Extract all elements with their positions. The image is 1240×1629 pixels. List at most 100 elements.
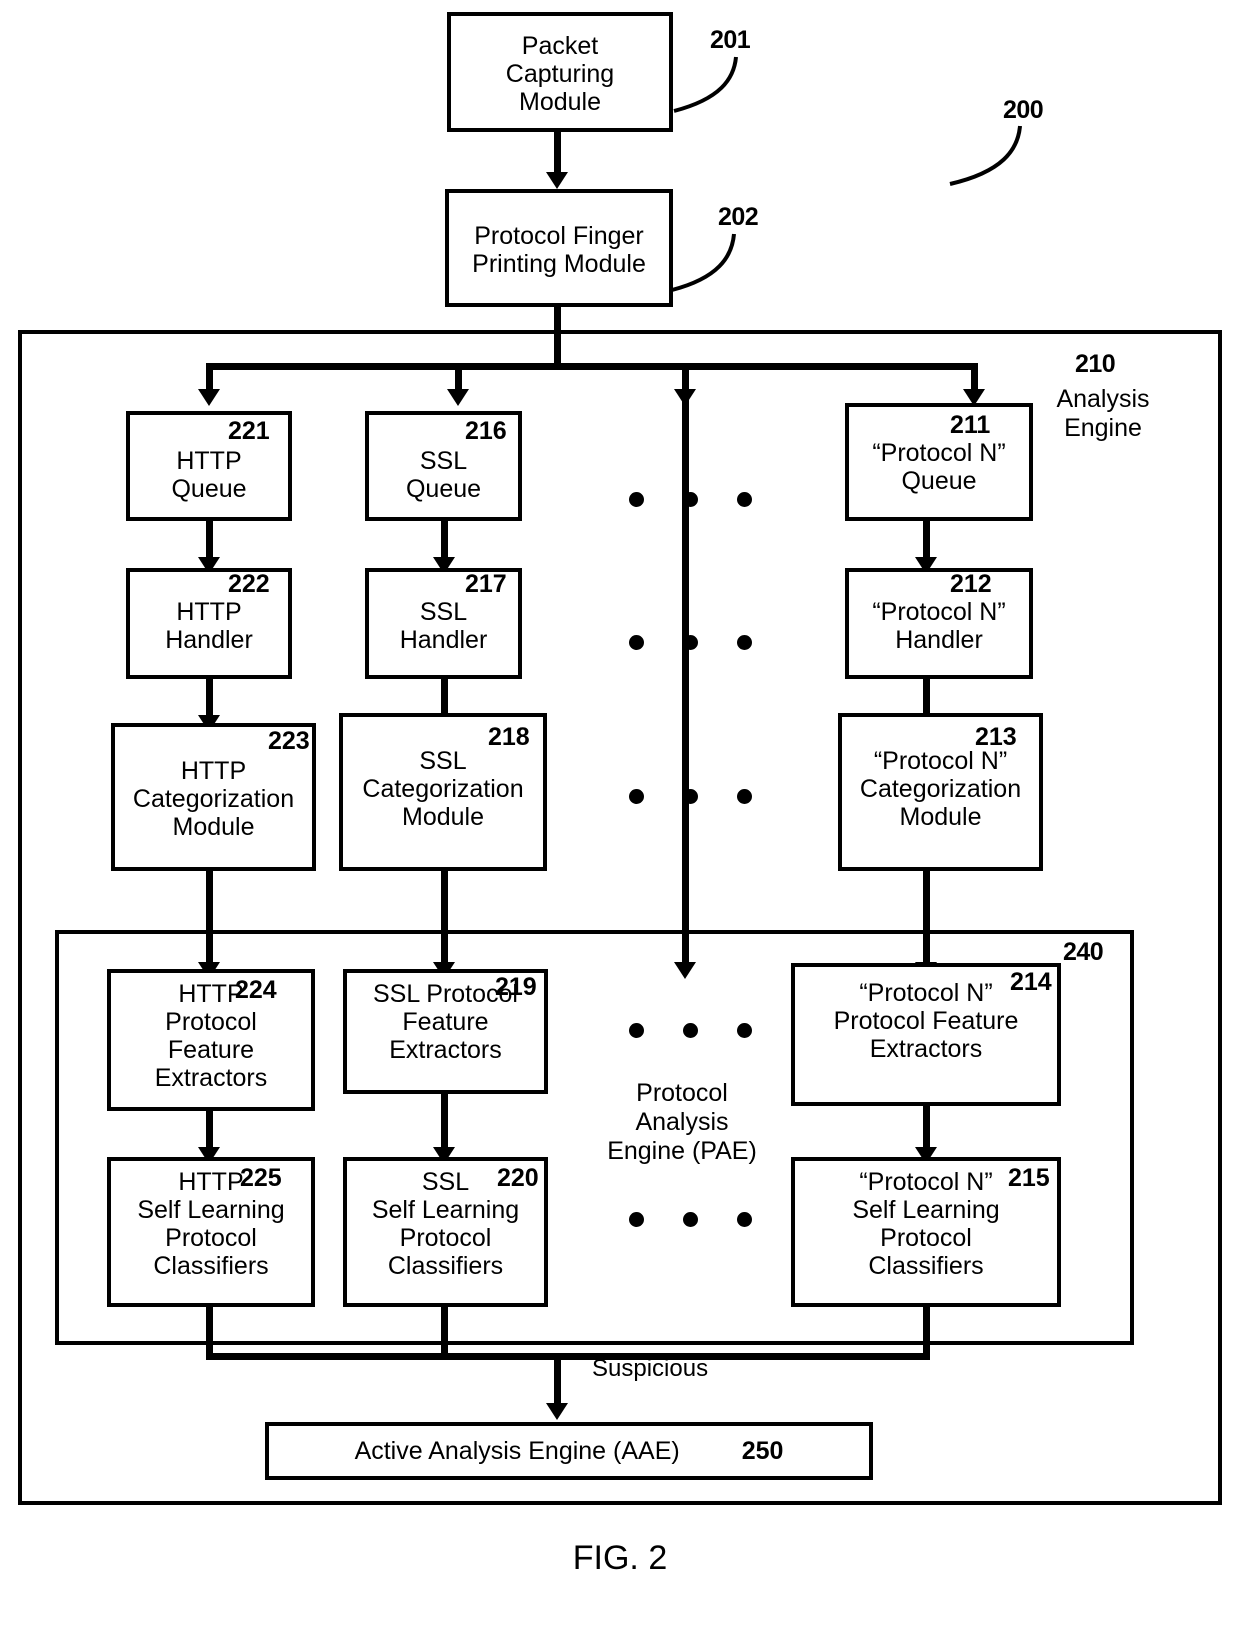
edge-collection-bus-to-aae-arrowhead — [546, 1403, 568, 1420]
ref-201-leader — [673, 56, 738, 113]
http-handler-line-2: Handler — [165, 626, 253, 654]
ref-218: 218 — [488, 723, 530, 751]
active-analysis-engine-label: Active Analysis Engine (AAE) — [354, 1437, 680, 1465]
ref-250: 250 — [741, 1437, 784, 1465]
ref-220: 220 — [497, 1164, 539, 1192]
http-self-learning-protocol-classifiers-line-2: Self Learning — [137, 1196, 285, 1224]
protocol-n-handler-line-2: Handler — [895, 626, 983, 654]
packet-capturing-module-line-2: Capturing — [505, 60, 615, 88]
ellipsis-dot — [629, 492, 644, 507]
http-protocol-feature-extractors-line-2: Protocol — [165, 1008, 257, 1036]
http-protocol-feature-extractors: HTTP Protocol Feature Extractors — [107, 969, 315, 1111]
http-self-learning-protocol-classifiers-line-4: Classifiers — [153, 1252, 269, 1280]
ssl-self-learning-protocol-classifiers-line-4: Classifiers — [387, 1252, 504, 1280]
protocol-n-categorization-module-line-2: Categorization — [859, 775, 1022, 803]
ref-223: 223 — [268, 727, 310, 755]
ref-200-leader — [949, 125, 1022, 186]
ssl-handler-line-1: SSL — [419, 598, 468, 626]
active-analysis-engine: Active Analysis Engine (AAE) 250 — [265, 1422, 873, 1480]
protocol-n-queue-line-2: Queue — [901, 467, 977, 495]
ellipsis-dot — [629, 1212, 644, 1227]
analysis-engine-label: Analysis Engine — [1043, 385, 1163, 443]
edge-collection-bus-to-aae — [554, 1353, 561, 1409]
ssl-protocol-feature-extractors-line-2: Feature — [402, 1008, 489, 1036]
packet-capturing-module: Packet Capturing Module — [447, 12, 673, 132]
analysis-engine-label-line-2: Engine — [1064, 413, 1142, 442]
protocol-finger-printing-module-line-1: Protocol Finger — [474, 222, 644, 250]
collection-bus — [206, 1353, 930, 1360]
ssl-queue-line-2: Queue — [405, 475, 482, 503]
ref-216: 216 — [465, 417, 507, 445]
pae-label-line-2: Analysis — [635, 1107, 729, 1136]
ellipsis-dot — [737, 789, 752, 804]
http-handler-line-1: HTTP — [176, 598, 242, 626]
distribution-bus — [206, 363, 978, 370]
ellipsis-dot — [683, 1212, 698, 1227]
ellipsis-dot — [683, 635, 698, 650]
ellipsis-dot — [683, 492, 698, 507]
protocol-n-self-learning-protocol-classifiers-line-1: “Protocol N” — [859, 1168, 993, 1196]
suspicious-label: Suspicious — [592, 1355, 709, 1382]
protocol-n-protocol-feature-extractors-line-1: “Protocol N” — [859, 979, 993, 1007]
bus-drop-ssl-arrowhead — [447, 389, 469, 406]
http-queue-line-2: Queue — [171, 475, 247, 503]
ellipsis-dot — [629, 1023, 644, 1038]
packet-capturing-module-line-1: Packet — [521, 32, 599, 60]
packet-capturing-module-line-3: Module — [519, 88, 601, 116]
ssl-queue-line-1: SSL — [419, 447, 468, 475]
ref-222: 222 — [228, 570, 270, 598]
ellipsis-dot — [683, 1023, 698, 1038]
ref-212: 212 — [950, 570, 992, 598]
ellipsis-dot — [737, 1212, 752, 1227]
protocol-n-handler-line-1: “Protocol N” — [872, 598, 1006, 626]
http-protocol-feature-extractors-line-1: HTTP — [178, 980, 244, 1008]
ref-213: 213 — [975, 723, 1017, 751]
ellipsis-dot — [737, 635, 752, 650]
protocol-finger-printing-module-line-2: Printing Module — [472, 250, 646, 278]
ssl-self-learning-protocol-classifiers-line-2: Self Learning — [371, 1196, 520, 1224]
ref-210: 210 — [1075, 350, 1116, 378]
ellipsis-dot — [737, 492, 752, 507]
middle-feed-line — [682, 395, 689, 971]
analysis-engine-label-line-1: Analysis — [1056, 385, 1150, 413]
ref-221: 221 — [228, 417, 270, 445]
ssl-protocol-feature-extractors-line-3: Extractors — [389, 1036, 502, 1064]
figure-caption: FIG. 2 — [572, 1539, 668, 1577]
ref-214: 214 — [1010, 968, 1052, 996]
pae-label-line-3: Engine (PAE) — [607, 1136, 757, 1165]
protocol-n-handler: “Protocol N” Handler — [845, 568, 1033, 679]
ssl-handler-line-2: Handler — [399, 626, 488, 654]
http-protocol-feature-extractors-line-3: Feature — [167, 1036, 255, 1064]
http-self-learning-protocol-classifiers-line-3: Protocol — [165, 1224, 257, 1252]
ssl-self-learning-protocol-classifiers-line-3: Protocol — [399, 1224, 492, 1252]
pae-label-line-1: Protocol — [636, 1079, 728, 1107]
edge-201-to-202-arrowhead — [546, 172, 568, 189]
ref-202-leader — [671, 233, 736, 292]
ssl-categorization-module-line-3: Module — [402, 803, 484, 831]
edge-protocol-n-extractors-to-classifiers — [923, 1106, 930, 1153]
ref-240: 240 — [1063, 938, 1104, 966]
http-categorization-module-line-1: HTTP — [180, 757, 247, 785]
protocol-n-queue: “Protocol N” Queue — [845, 403, 1033, 521]
ellipsis-dot — [683, 789, 698, 804]
http-queue-line-1: HTTP — [176, 447, 242, 475]
ref-201: 201 — [710, 26, 751, 54]
ref-202: 202 — [718, 203, 759, 231]
protocol-n-protocol-feature-extractors-line-3: Extractors — [869, 1035, 983, 1063]
http-categorization-module-line-3: Module — [172, 813, 255, 841]
ellipsis-dot — [629, 635, 644, 650]
ref-217: 217 — [465, 570, 507, 598]
protocol-n-queue-line-1: “Protocol N” — [872, 439, 1006, 467]
ssl-categorization-module-line-2: Categorization — [362, 775, 524, 803]
protocol-analysis-engine-label: Protocol Analysis Engine (PAE) — [592, 1079, 772, 1165]
ref-219: 219 — [495, 973, 537, 1001]
http-self-learning-protocol-classifiers-line-1: HTTP — [178, 1168, 244, 1196]
protocol-n-self-learning-protocol-classifiers-line-4: Classifiers — [868, 1252, 984, 1280]
ref-200: 200 — [1003, 96, 1044, 124]
ref-224: 224 — [235, 976, 277, 1004]
ssl-self-learning-protocol-classifiers-line-1: SSL — [421, 1168, 470, 1196]
protocol-n-categorization-module-line-1: “Protocol N” — [873, 747, 1008, 775]
http-categorization-module-line-2: Categorization — [132, 785, 295, 813]
http-protocol-feature-extractors-line-4: Extractors — [154, 1064, 268, 1092]
ref-211: 211 — [950, 411, 991, 439]
